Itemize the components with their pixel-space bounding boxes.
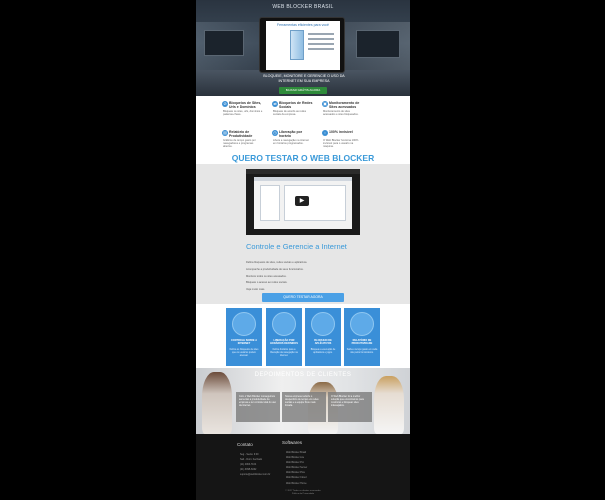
manage-paragraph: Bloqueie o acesso ao redes sociais. [246, 281, 288, 285]
download-button[interactable]: BAIXAR GRÁTIS AGORA [279, 87, 327, 94]
hero-headline: BLOQUEIE, MONITORE E GERENCIE O USO DA I… [263, 74, 345, 83]
video-player[interactable]: ▶ [246, 169, 360, 235]
chart-icon: ▤ [222, 130, 228, 136]
app-toolbar-image [254, 177, 352, 181]
manage-title: Controle e Gerencie a Internet [246, 242, 347, 251]
software-link[interactable]: Web Blocker Cloud [286, 475, 307, 480]
feature-item: ▣ Monitoramento de Sites acessados Monit… [296, 99, 364, 125]
product-feature-lines [308, 33, 334, 53]
try-heading: QUERO TESTAR O WEB BLOCKER [231, 153, 375, 163]
hero-section: WEB BLOCKER BRASIL Ferramentas eficiente… [196, 0, 410, 96]
manage-paragraph: Veja muito mais. [246, 288, 266, 292]
manage-section: ▶ Controle e Gerencie a Internet Defina … [196, 164, 410, 304]
contact-title: Contato [237, 442, 253, 447]
card-desc: Defina os bloqueios de sites que os usuá… [229, 349, 259, 357]
copyright: © 2017 Todos os direitos reservados Polí… [196, 490, 410, 496]
manage-title-b: Gerencie a Internet [282, 242, 347, 251]
manage-paragraph: Defina bloqueios de sites, redes sociais… [246, 261, 308, 264]
card-title: RELATÓRIO DE PRODUTIVIDADE [351, 339, 373, 345]
report-icon [350, 312, 374, 336]
features-section: ⊘ Bloqueios de Sites, Urls e Domínios Bl… [196, 99, 410, 155]
app-panel-image [260, 185, 280, 221]
benefit-card: RELATÓRIO DE PRODUTIVIDADE Saiba o tempo… [344, 308, 380, 366]
testimonial-box: Com o Web Blocker conseguimos aumentar a… [236, 392, 280, 422]
app-grid-image [284, 185, 346, 221]
clock-icon: ◷ [272, 130, 278, 136]
person-photo [374, 376, 404, 434]
testimonial-text: Nossa empresa reduziu o desperdício de t… [285, 395, 319, 407]
manage-paragraphs: Defina bloqueios de sites, redes sociais… [246, 261, 362, 295]
share-icon: ⇄ [272, 101, 278, 107]
privacy-link[interactable]: Política de Privacidade [196, 493, 410, 496]
card-title: BLOQUEIO DE APLICATIVOS [314, 339, 332, 345]
testimonial-box: O Web Blocker foi a melhor solução que e… [328, 392, 372, 422]
benefit-card: CONTROLE SOBRE A INTERNET Defina os bloq… [226, 308, 262, 366]
tablet-screen: Ferramentas eficientes para você [266, 21, 340, 70]
feature-title: 100% invisível [329, 130, 353, 134]
footer: Contato Softwares Seg - Sexta: 9:00 Sab … [196, 434, 410, 500]
software-link[interactable]: Web Blocker Home [286, 481, 307, 486]
play-icon[interactable]: ▶ [295, 196, 309, 206]
apps-icon [311, 312, 335, 336]
software-list: Web Blocker Brasil Web Blocker Lite Web … [286, 450, 307, 486]
monitor-image [204, 30, 244, 56]
card-title: LIBERAÇÃO POR HORÁRIOS DEFINIDOS [270, 339, 298, 345]
lock-icon [272, 312, 296, 336]
feature-desc: O Web Blocker funciona 100% invisível pa… [323, 139, 359, 149]
invisible-icon: ◌ [322, 130, 328, 136]
hero-topline: WEB BLOCKER BRASIL [272, 4, 334, 10]
tablet-mockup: Ferramentas eficientes para você [259, 17, 345, 73]
globe-icon [232, 312, 256, 336]
contact-item[interactable]: suporte@webblocker.com.br [240, 472, 270, 477]
product-box-image [290, 30, 304, 60]
tablet-title: Ferramentas eficientes para você [277, 23, 329, 27]
manage-title-a: Controle e [246, 242, 283, 251]
contact-list: Seg - Sexta: 9:00 Sab - Dom: Fechado (11… [240, 452, 270, 477]
testimonial-text: Com o Web Blocker conseguimos aumentar a… [239, 395, 276, 407]
card-desc: Bloqueie a execução de aplicativos e jog… [310, 349, 336, 354]
manage-paragraph: Monitore todos os sites acessados. [246, 274, 287, 278]
software-title: Softwares [282, 440, 303, 445]
card-title: CONTROLE SOBRE A INTERNET [230, 339, 258, 345]
try-now-button[interactable]: QUERO TESTAR AGORA [262, 293, 344, 302]
landing-page: WEB BLOCKER BRASIL Ferramentas eficiente… [196, 0, 410, 500]
testimonials-section: DEPOIMENTOS DE CLIENTES Com o Web Blocke… [196, 368, 410, 434]
monitor-image [356, 30, 400, 58]
testimonial-box: Nossa empresa reduziu o desperdício de t… [282, 392, 326, 422]
benefit-card: LIBERAÇÃO POR HORÁRIOS DEFINIDOS Defina … [266, 308, 302, 366]
testimonials-heading: DEPOIMENTOS DE CLIENTES [254, 372, 352, 378]
benefit-card: BLOQUEIO DE APLICATIVOS Bloqueie a execu… [305, 308, 341, 366]
person-photo [202, 372, 232, 434]
feature-desc: Monitoramento de sites acessados e sites… [323, 110, 359, 117]
feature-item: ◌ 100% invisível O Web Blocker funciona … [296, 128, 364, 154]
benefit-cards: CONTROLE SOBRE A INTERNET Defina os bloq… [196, 304, 410, 368]
feature-title: Monitoramento de Sites acessados [329, 101, 360, 109]
block-icon: ⊘ [222, 101, 228, 107]
card-desc: Saiba o tempo gasto em cada site pelos f… [346, 349, 378, 354]
video-top-bar [246, 169, 360, 174]
monitor-icon: ▣ [322, 101, 328, 107]
testimonial-text: O Web Blocker foi a melhor solução que e… [331, 395, 364, 407]
card-desc: Defina horários para a liberação da nave… [270, 349, 298, 357]
manage-paragraph: Acompanhe a produtividade de seus funcio… [246, 267, 304, 271]
